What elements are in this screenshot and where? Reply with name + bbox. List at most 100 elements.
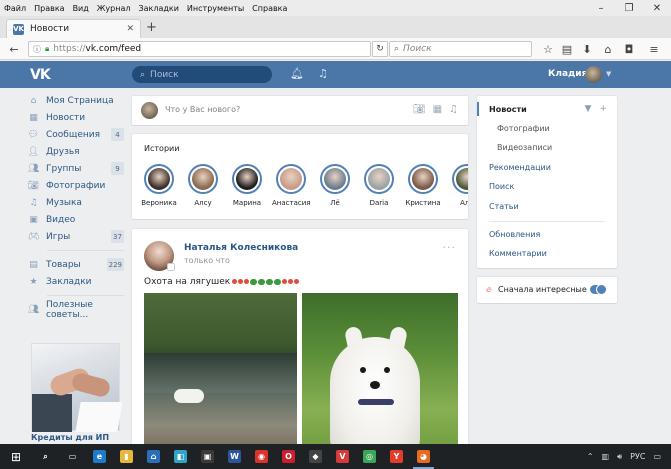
chevron-down-icon[interactable]: ▼ — [606, 70, 611, 78]
post-photo[interactable] — [302, 293, 458, 459]
story-item[interactable]: Анастасия — [272, 164, 310, 207]
filter-articles[interactable]: Статьи — [489, 202, 519, 211]
menu-help[interactable]: Справка — [248, 4, 291, 13]
menu-edit[interactable]: Правка — [30, 4, 68, 13]
reload-button[interactable]: ↻ — [372, 41, 388, 57]
clipboard-icon[interactable]: ▤ — [559, 41, 575, 57]
filter-icon[interactable]: ▼ — [585, 104, 592, 114]
app-red-taskbar-button[interactable]: ◉ — [248, 444, 275, 469]
post-composer[interactable]: Что у Вас нового? 📷︎ ▦ ♫ — [132, 96, 468, 125]
media-taskbar-button[interactable]: ◧ — [167, 444, 194, 469]
star-icon[interactable]: ☆ — [540, 41, 556, 57]
story-item[interactable]: Марина — [228, 164, 266, 207]
sidebar-item-news[interactable]: ▦ Новости — [28, 109, 124, 126]
sidebar-item-goods[interactable]: ▤ Товары 229 — [28, 256, 124, 273]
home-icon[interactable]: ⌂ — [600, 41, 616, 57]
sidebar-item-groups[interactable]: 👥︎ Группы 9 — [28, 160, 124, 177]
sidebar-item-bookmarks[interactable]: ★ Закладки — [28, 273, 124, 290]
story-item[interactable]: Daria — [360, 164, 398, 207]
menu-view[interactable]: Вид — [69, 4, 93, 13]
yandex-taskbar-button[interactable]: Y — [383, 444, 410, 469]
story-item[interactable]: Вероника — [140, 164, 178, 207]
music-icon[interactable]: ♫ — [449, 104, 458, 115]
fire-icon: 🔥︎ — [486, 285, 492, 294]
sidebar-item-photos[interactable]: 📷︎ Фотографии — [28, 177, 124, 194]
filter-comments[interactable]: Комментарии — [489, 249, 547, 258]
sidebar-item-my-page[interactable]: ⌂ Моя Страница — [28, 92, 124, 109]
download-icon[interactable]: ⬇ — [579, 41, 595, 57]
language-indicator[interactable]: РУС — [630, 452, 645, 461]
post-author[interactable]: Наталья Колесникова — [184, 243, 298, 253]
files-taskbar-button[interactable]: ▮ — [113, 444, 140, 469]
tab-close-icon[interactable]: ✕ — [126, 24, 134, 34]
menu-file[interactable]: Файл — [0, 4, 30, 13]
story-item[interactable]: Алсу — [184, 164, 222, 207]
post-time[interactable]: только что — [184, 256, 230, 265]
story-item[interactable]: Али — [448, 164, 468, 207]
user-name[interactable]: Кладия — [548, 69, 587, 79]
photo-taskbar-button[interactable]: ▣ — [194, 444, 221, 469]
sidebar-item-video[interactable]: ▣ Видео — [28, 211, 124, 228]
close-window-button[interactable]: ✕ — [643, 0, 671, 16]
menu-history[interactable]: Журнал — [93, 4, 135, 13]
filter-recommendations[interactable]: Рекомендации — [489, 163, 551, 172]
filter-updates[interactable]: Обновления — [489, 230, 540, 239]
menu-tools[interactable]: Инструменты — [183, 4, 248, 13]
notifications-icon[interactable]: ▭ — [653, 452, 661, 461]
tab-news[interactable]: VK Новости ✕ — [6, 19, 141, 38]
word-taskbar-button[interactable]: W — [221, 444, 248, 469]
story-item[interactable]: Кристина — [404, 164, 442, 207]
vk-search-input[interactable]: ⌕ Поиск — [132, 66, 272, 83]
sidebar-item-useful-tips[interactable]: 👥︎ Полезные советы... — [28, 300, 124, 320]
search-taskbar-button[interactable]: ⌕ — [32, 444, 59, 469]
interesting-first-label: Сначала интересные — [498, 285, 587, 294]
avatar[interactable] — [585, 66, 602, 83]
sidebar-item-music[interactable]: ♫ Музыка — [28, 194, 124, 211]
ad-image[interactable] — [31, 343, 123, 432]
interesting-first-toggle[interactable] — [590, 284, 607, 295]
pocket-icon[interactable]: ◘ — [621, 41, 637, 57]
browser-search-input[interactable]: ⌕ Поиск — [389, 41, 532, 57]
minimize-button[interactable]: – — [587, 0, 615, 16]
vivaldi-taskbar-button[interactable]: V — [329, 444, 356, 469]
story-name: Вероника — [141, 199, 177, 207]
firefox-taskbar-button[interactable]: ◕ — [410, 444, 437, 469]
sidebar-item-friends[interactable]: 👤︎ Друзья — [28, 143, 124, 160]
network-icon[interactable]: ▥ — [602, 452, 610, 461]
filter-photos[interactable]: Фотографии — [497, 124, 550, 133]
info-icon[interactable]: ⓘ — [33, 44, 41, 55]
sidebar-item-games[interactable]: 🎮︎ Игры 37 — [28, 228, 124, 245]
interesting-first-toggle-row[interactable]: 🔥︎ Сначала интересные — [477, 277, 617, 303]
bell-icon[interactable]: 🔔︎ — [290, 67, 304, 80]
new-tab-button[interactable]: + — [146, 20, 157, 35]
volume-icon[interactable]: 🔊︎ — [617, 452, 622, 462]
post-photo[interactable] — [144, 293, 297, 459]
music-icon[interactable]: ♫ — [318, 67, 328, 80]
back-button[interactable]: ← — [6, 41, 22, 57]
system-tray: ⌃ ▥ 🔊︎ РУС ▭ — [587, 444, 671, 469]
app-dark-taskbar-button[interactable]: ◆ — [302, 444, 329, 469]
menu-icon[interactable]: ≡ — [646, 41, 662, 57]
menu-bookmarks[interactable]: Закладки — [134, 4, 182, 13]
video-icon[interactable]: ▦ — [433, 104, 442, 115]
taskview-taskbar-button[interactable]: ▭ — [59, 444, 86, 469]
more-icon[interactable]: ··· — [443, 241, 457, 254]
maximize-button[interactable]: ❐ — [615, 0, 643, 16]
windows-start-icon[interactable]: ⊞ — [0, 444, 32, 469]
filter-news[interactable]: Новости — [489, 105, 527, 114]
store-taskbar-button[interactable]: ⌂ — [140, 444, 167, 469]
address-bar[interactable]: ⓘ 🔒︎ https:// vk.com/feed — [28, 41, 371, 57]
vk-logo[interactable]: VK — [30, 67, 51, 83]
chrome-taskbar-button[interactable]: ◎ — [356, 444, 383, 469]
plus-icon[interactable]: + — [599, 104, 607, 114]
opera-taskbar-button[interactable]: O — [275, 444, 302, 469]
camera-icon[interactable]: 📷︎ — [413, 104, 426, 115]
story-item[interactable]: Лё — [316, 164, 354, 207]
menu-divider — [47, 295, 124, 296]
chevron-up-icon[interactable]: ⌃ — [587, 452, 594, 461]
filter-search[interactable]: Поиск — [489, 182, 514, 191]
sidebar-item-messages[interactable]: 💬︎ Сообщения 4 — [28, 126, 124, 143]
edge-taskbar-button[interactable]: e — [86, 444, 113, 469]
filter-videos[interactable]: Видеозаписи — [497, 143, 552, 152]
ad-caption[interactable]: Кредиты для ИП — [31, 433, 109, 442]
